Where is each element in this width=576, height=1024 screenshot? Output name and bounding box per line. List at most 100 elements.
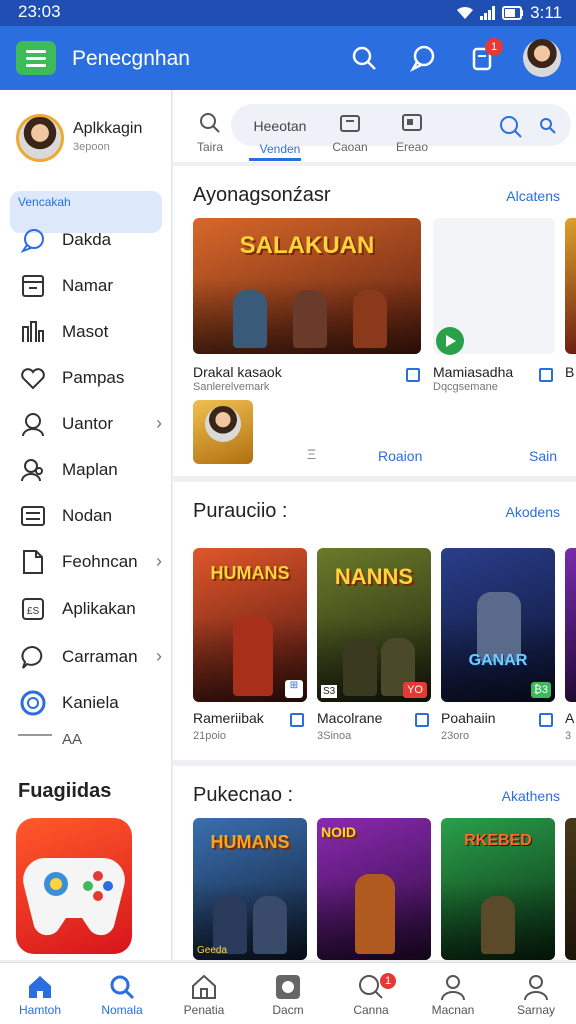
corner-badge: ₿3 [530,682,551,698]
character-figure [481,896,515,954]
sidebar-item-pampas[interactable]: Pampas [0,359,171,399]
select-checkbox[interactable] [415,713,429,727]
gamepad-app-icon[interactable] [16,818,132,954]
sidebar-section-title: Fuagiidas [18,780,112,802]
search-small-icon[interactable] [539,117,557,135]
nav-penatia[interactable]: Penatia [168,973,240,1017]
tab-top-label: Heeotan [253,118,307,134]
footer-glyph: Ξ [307,446,317,462]
sidebar-item-partial[interactable]: AA [0,734,171,748]
sidebar-item-label: Aplikakan [62,599,136,618]
game-thumbnail[interactable]: HUMANS ⊞ [193,548,307,702]
character-figure [355,874,395,954]
menu-button[interactable] [16,41,56,75]
sidebar-item-nodan[interactable]: Nodan [0,497,171,537]
character-figure [253,896,287,954]
search-icon [200,113,220,133]
nav-hamtoh[interactable]: Hamtoh [4,973,76,1017]
game-logo: HUMANS [210,832,290,853]
character-figure [293,290,327,348]
game-thumbnail[interactable]: NOID [317,818,431,960]
game-thumbnail[interactable]: NANNS S3 YO [317,548,431,702]
nav-macnan[interactable]: Macnan [417,973,489,1017]
featured-game-thumbnail[interactable]: SALAKUAN [193,218,421,354]
sidebar-item-label: Carraman [62,647,138,666]
tab-bar: Taira Heeotan Venden Caoan Ereao [173,90,576,162]
section-more-link[interactable]: Alcatens [506,188,560,204]
home-icon [29,976,51,998]
sidebar-item-uantor[interactable]: Uantor › [0,405,171,445]
game-thumbnail-partial[interactable] [565,218,576,354]
calendar-icon [22,275,44,297]
apps-icon: £S [22,598,44,620]
tab-label: Venden [259,142,301,156]
section-more-link[interactable]: Akodens [506,504,560,520]
nav-badge: 1 [380,973,396,989]
sidebar-item-label: Uantor [62,414,114,433]
folder-icon [340,115,360,132]
tab-taira[interactable]: Taira [175,112,245,154]
camera-icon [276,975,300,999]
sidebar-item-label: Pampas [62,368,125,387]
tab-caoan[interactable]: Caoan [315,112,385,154]
search-icon [110,975,135,1000]
nav-label: Sarnay [516,1003,556,1017]
sidebar-item-label: Namar [62,276,114,295]
profile-avatar[interactable] [16,114,64,162]
select-checkbox[interactable] [406,368,420,382]
svg-text:£S: £S [27,606,40,617]
search-icon[interactable] [349,43,379,73]
section-more-link[interactable]: Akathens [502,788,560,804]
footer-link[interactable]: Roaion [378,448,422,464]
card-subtitle: Sanlerelvemark [193,381,270,393]
sidebar-item-maplan[interactable]: Maplan [0,451,171,491]
sidebar-item-label: Kaniela [62,693,119,712]
sidebar-item-namar[interactable]: Namar [0,267,171,307]
search-icon[interactable] [499,115,523,139]
sidebar: Aplkkagin 3epoon Vencakah Dakda Namar Ma… [0,90,172,960]
character-figure [353,290,387,348]
circle-icon [20,690,46,716]
game-thumbnail-partial[interactable] [565,548,576,702]
card-subtitle: Dqcgsemane [433,381,498,393]
select-checkbox[interactable] [539,368,553,382]
tab-venden[interactable]: Heeotan Venden [245,118,315,156]
footer-link[interactable]: Sain [529,448,557,464]
tab-label: Taira [196,140,223,154]
card-subtitle: 23oro [441,730,470,742]
heart-icon [21,368,45,390]
sidebar-item-kaniela[interactable]: Kaniela [0,684,171,724]
sidebar-item-label: AA [62,734,83,748]
select-checkbox[interactable] [290,713,304,727]
card-subtitle: 21poio [193,730,227,742]
corner-label: S3 [321,685,338,698]
sidebar-item-label: Feohncan [62,552,138,571]
game-icon-thumbnail[interactable] [193,400,253,464]
character-figure [233,616,273,696]
avatar[interactable] [523,39,561,77]
sidebar-item-masot[interactable]: Masot [0,313,171,353]
nav-nomala[interactable]: Nomala [86,973,158,1017]
nav-label: Penatia [183,1003,225,1017]
sidebar-item-carraman[interactable]: Carraman › [0,638,171,678]
sidebar-item-aplikakan[interactable]: £S Aplikakan [0,590,171,630]
chart-icon [22,321,44,342]
chat-icon[interactable] [408,43,438,73]
game-thumbnail[interactable]: GANAR ₿3 [441,548,555,702]
status-right-time: 3:11 [530,3,562,22]
nav-canna[interactable]: 1 Canna [335,973,407,1017]
game-thumbnail[interactable]: HUMANS Geeda [193,818,307,960]
select-checkbox[interactable] [539,713,553,727]
nav-dacm[interactable]: Dacm [252,973,324,1017]
tab-ereao[interactable]: Ereao [377,112,447,154]
sidebar-item-dakda[interactable]: Dakda [0,221,171,261]
nav-sarnay[interactable]: Sarnay [500,973,572,1017]
sidebar-item-feohncan[interactable]: Feohncan › [0,543,171,583]
character-figure [343,638,377,696]
section-title: Ayonagsonźasr [193,184,331,206]
sidebar-item-label: Maplan [62,460,118,479]
game-thumbnail[interactable]: RKEBED [441,818,555,960]
game-thumbnail-partial[interactable] [565,818,576,960]
section-title: Purauciio : [193,500,288,522]
section-featured: Ayonagsonźasr Alcatens SALAKUAN Drakal k… [173,166,576,476]
